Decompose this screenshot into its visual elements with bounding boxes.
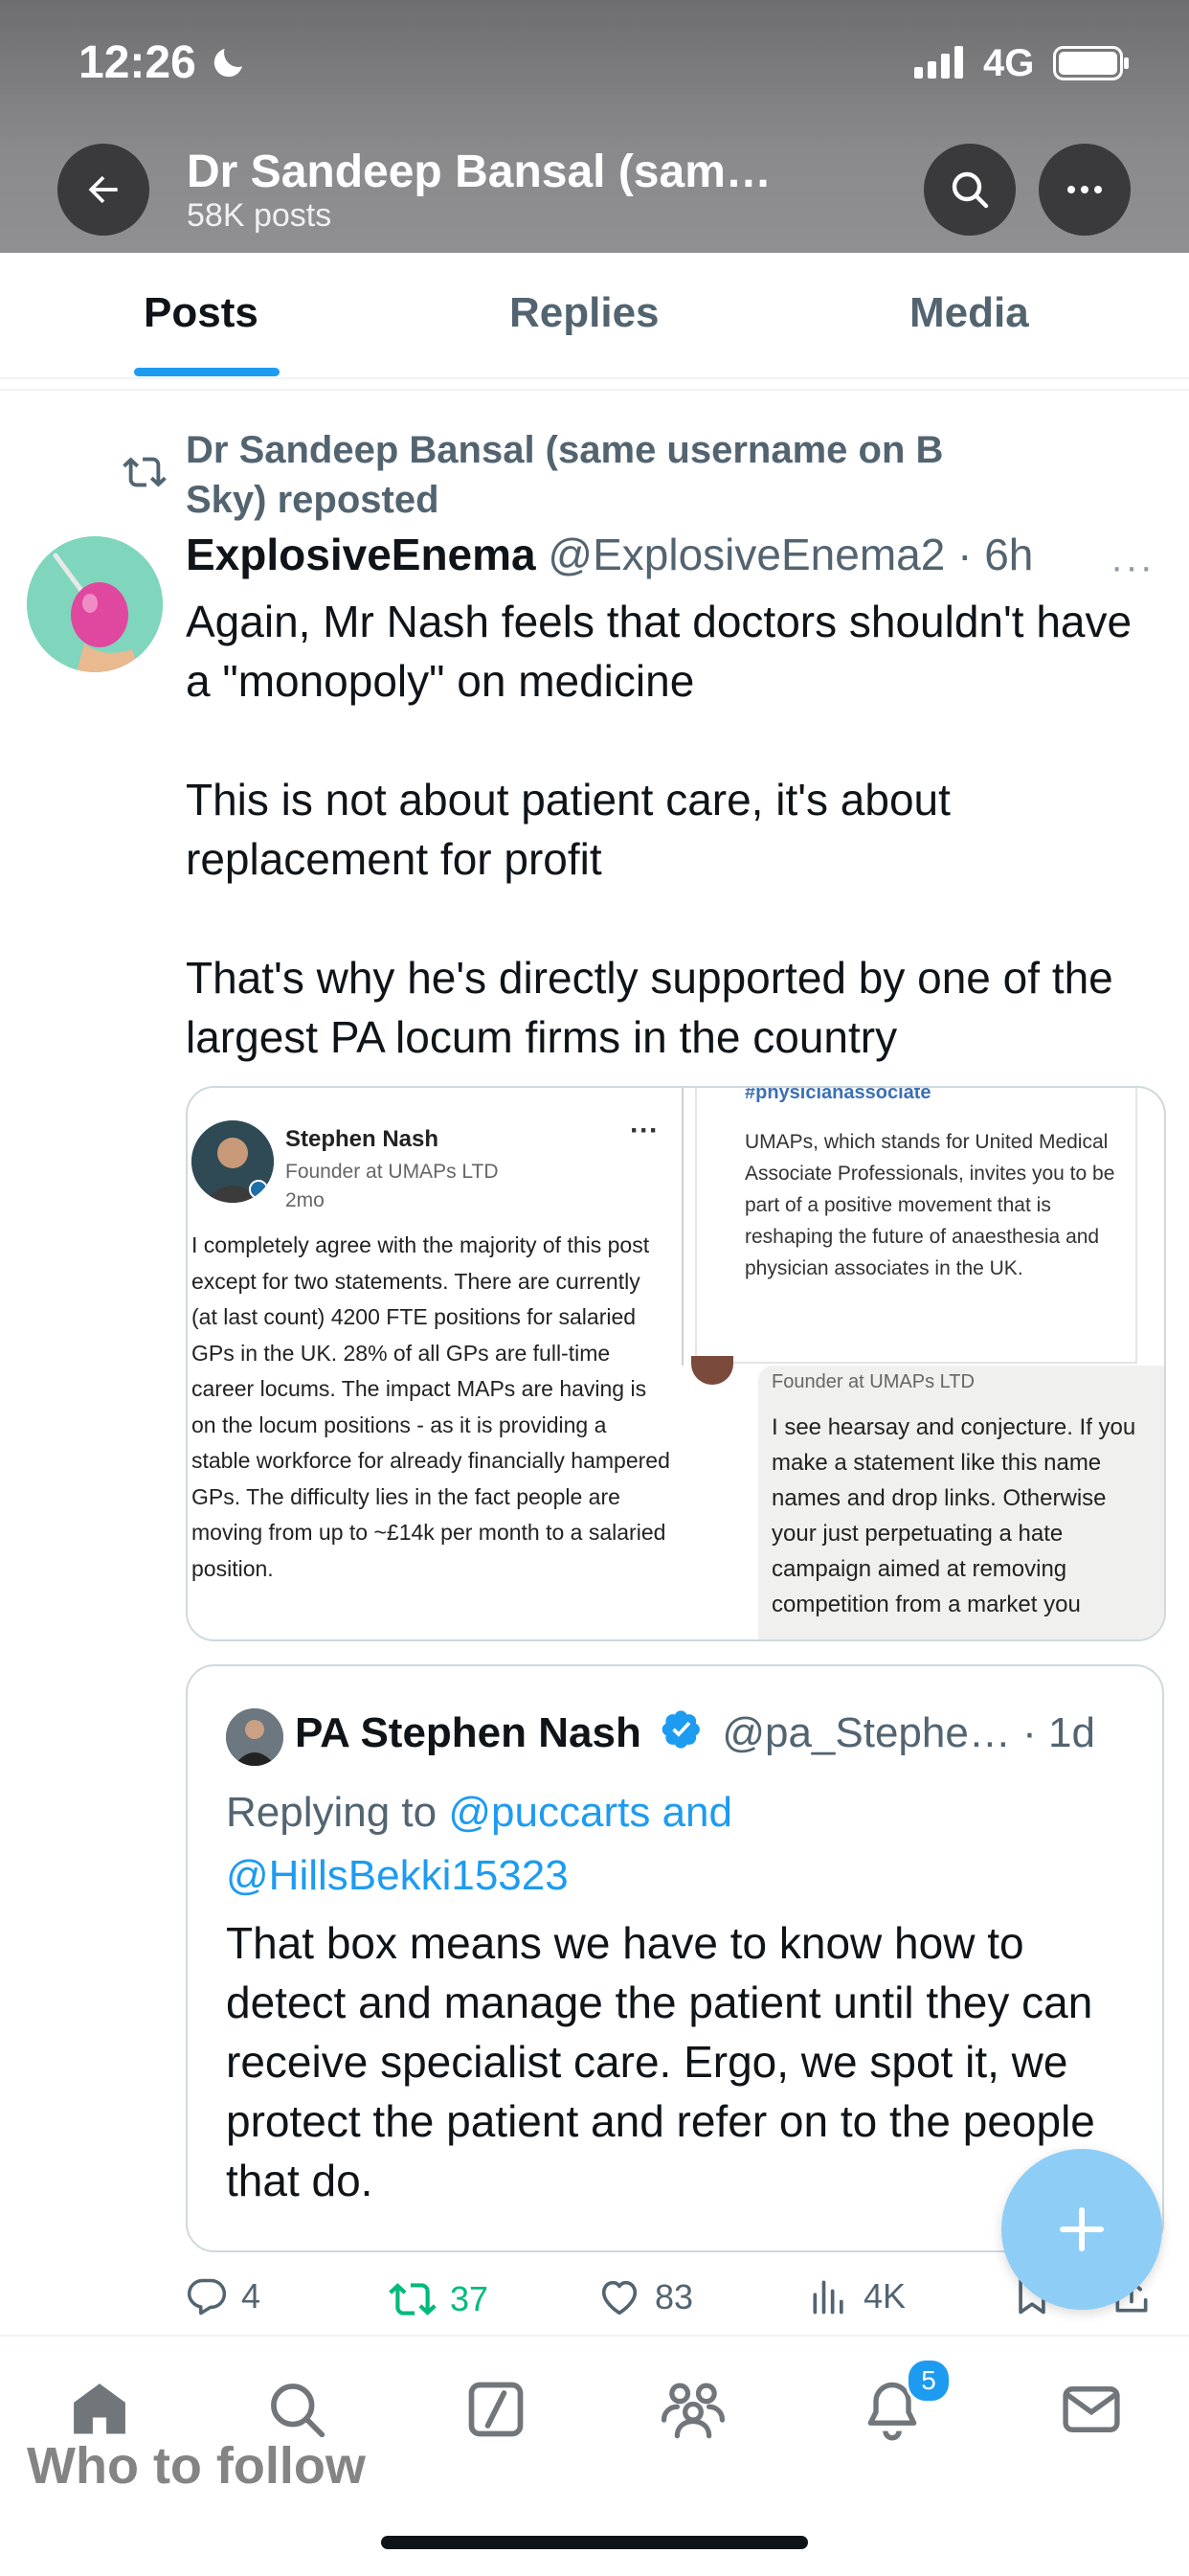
mention-link[interactable]: @HillsBekki15323 bbox=[226, 1852, 569, 1899]
status-time: 12:26 bbox=[79, 37, 196, 88]
battery-icon bbox=[1053, 46, 1129, 80]
avatar[interactable] bbox=[27, 536, 163, 672]
post-count: 58K posts bbox=[187, 197, 332, 234]
media-post-body: I completely agree with the majority of … bbox=[191, 1232, 670, 1581]
compose-fab[interactable] bbox=[1001, 2149, 1162, 2310]
active-tab-indicator bbox=[134, 368, 280, 376]
repost-label: Dr Sandeep Bansal (same username on B Sk… bbox=[186, 429, 944, 521]
communities-icon[interactable] bbox=[659, 2377, 728, 2442]
post-more-button[interactable]: ··· bbox=[1110, 546, 1155, 589]
quoted-post[interactable]: PA Stephen Nash @pa_Stephe… · 1d Replyin… bbox=[186, 1664, 1164, 2252]
more-options-button[interactable] bbox=[1039, 144, 1131, 236]
search-icon[interactable] bbox=[264, 2377, 329, 2442]
analytics-icon bbox=[813, 2280, 843, 2315]
quoted-author-handle: @pa_Stephe… bbox=[722, 1709, 1011, 1756]
media-umaps-description: #physicianassociate UMAPs, which stands … bbox=[695, 1088, 1137, 1364]
media-hashtag: #physicianassociate bbox=[745, 1086, 931, 1103]
more-horizontal-icon bbox=[1067, 186, 1102, 193]
home-indicator bbox=[381, 2536, 808, 2549]
view-count: 4K bbox=[864, 2276, 907, 2316]
media-author-subtitle: Founder at UMAPs LTD bbox=[285, 1161, 499, 1183]
verified-badge-icon bbox=[662, 1710, 700, 1749]
replying-to-prefix: Replying to bbox=[226, 1789, 437, 1836]
repost-count: 37 bbox=[450, 2279, 489, 2318]
author-handle[interactable]: @ExplosiveEnema2 bbox=[548, 530, 945, 579]
like-count: 83 bbox=[655, 2277, 694, 2316]
like-button[interactable]: 83 bbox=[597, 2275, 693, 2319]
search-button[interactable] bbox=[924, 144, 1016, 236]
reply-icon bbox=[187, 2278, 227, 2316]
media-avatar bbox=[191, 1120, 274, 1203]
cellular-signal-icon bbox=[914, 46, 963, 79]
repost-icon bbox=[123, 457, 167, 487]
reply-count: 4 bbox=[241, 2276, 261, 2316]
person-photo-icon bbox=[226, 1708, 283, 1766]
who-to-follow-heading: Who to follow bbox=[27, 2437, 366, 2495]
post-paragraph: Again, Mr Nash feels that doctors should… bbox=[186, 597, 1133, 706]
profile-header: 12:26 4G Dr Sandeep Bansal (sam… 58K pos… bbox=[0, 0, 1189, 253]
media-comment-box: Founder at UMAPs LTD I see hearsay and c… bbox=[758, 1366, 1164, 1639]
media-more-icon: ··· bbox=[630, 1115, 659, 1146]
arrow-left-icon bbox=[88, 175, 118, 204]
quoted-avatar bbox=[226, 1708, 283, 1766]
post-time: 6h bbox=[984, 530, 1034, 579]
post-author-line: ExplosiveEnema @ExplosiveEnema2 · 6h bbox=[186, 529, 1033, 580]
media-comment-text: I see hearsay and conjecture. If you mak… bbox=[772, 1414, 1136, 1617]
meta-separator: · bbox=[957, 530, 973, 579]
notification-badge: 5 bbox=[906, 2358, 952, 2404]
media-linkedin-post: Stephen Nash Founder at UMAPs LTD 2mo ··… bbox=[188, 1088, 684, 1639]
media-comment-subtitle: Founder at UMAPs LTD bbox=[772, 1371, 975, 1392]
post-media-image[interactable]: Stephen Nash Founder at UMAPs LTD 2mo ··… bbox=[186, 1086, 1166, 1641]
tab-replies[interactable]: Replies bbox=[509, 289, 660, 337]
search-icon bbox=[952, 171, 989, 209]
home-icon[interactable] bbox=[67, 2377, 132, 2442]
plus-icon bbox=[1060, 2207, 1104, 2251]
media-comment: Founder at UMAPs LTD I see hearsay and c… bbox=[682, 1356, 1164, 1639]
meta-separator: · bbox=[1022, 1709, 1037, 1756]
repost-icon bbox=[389, 2283, 437, 2316]
tab-media[interactable]: Media bbox=[909, 289, 1029, 337]
replying-to: Replying to @puccarts and @HillsBekki153… bbox=[226, 1781, 1126, 1908]
heart-icon bbox=[601, 2280, 638, 2316]
views-button[interactable]: 4K bbox=[808, 2275, 906, 2317]
media-comment-avatar bbox=[691, 1356, 733, 1385]
quoted-header: PA Stephen Nash @pa_Stephe… · 1d bbox=[295, 1708, 1095, 1757]
reply-button[interactable]: 4 bbox=[186, 2275, 260, 2317]
enema-bulb-icon bbox=[27, 536, 163, 672]
back-button[interactable] bbox=[57, 144, 149, 236]
quoted-author-name: PA Stephen Nash bbox=[295, 1709, 641, 1756]
profile-name: Dr Sandeep Bansal (sam… bbox=[187, 147, 772, 197]
moon-icon bbox=[213, 49, 242, 78]
network-type: 4G bbox=[983, 42, 1035, 84]
media-description-text: UMAPs, which stands for United Medical A… bbox=[745, 1131, 1115, 1279]
replying-to-and: and bbox=[662, 1789, 732, 1836]
author-name[interactable]: ExplosiveEnema bbox=[186, 530, 536, 579]
quoted-time: 1d bbox=[1047, 1709, 1095, 1756]
divider bbox=[0, 389, 1189, 391]
profile-tabs: Posts Replies Media bbox=[0, 253, 1189, 379]
repost-button[interactable]: 37 bbox=[389, 2275, 488, 2323]
post-paragraph: This is not about patient care, it's abo… bbox=[186, 775, 951, 884]
quoted-text: That box means we have to know how to de… bbox=[226, 1918, 1095, 2205]
tab-posts[interactable]: Posts bbox=[144, 289, 258, 337]
media-author-name: Stephen Nash bbox=[285, 1126, 439, 1152]
post-text: Again, Mr Nash feels that doctors should… bbox=[186, 592, 1133, 1126]
media-post-time: 2mo bbox=[285, 1189, 325, 1211]
post-paragraph: That's why he's directly supported by on… bbox=[186, 953, 1113, 1062]
person-photo-icon bbox=[191, 1120, 274, 1203]
grok-icon[interactable] bbox=[463, 2377, 528, 2442]
mention-link[interactable]: @puccarts bbox=[448, 1789, 650, 1836]
envelope-icon[interactable] bbox=[1059, 2377, 1124, 2442]
